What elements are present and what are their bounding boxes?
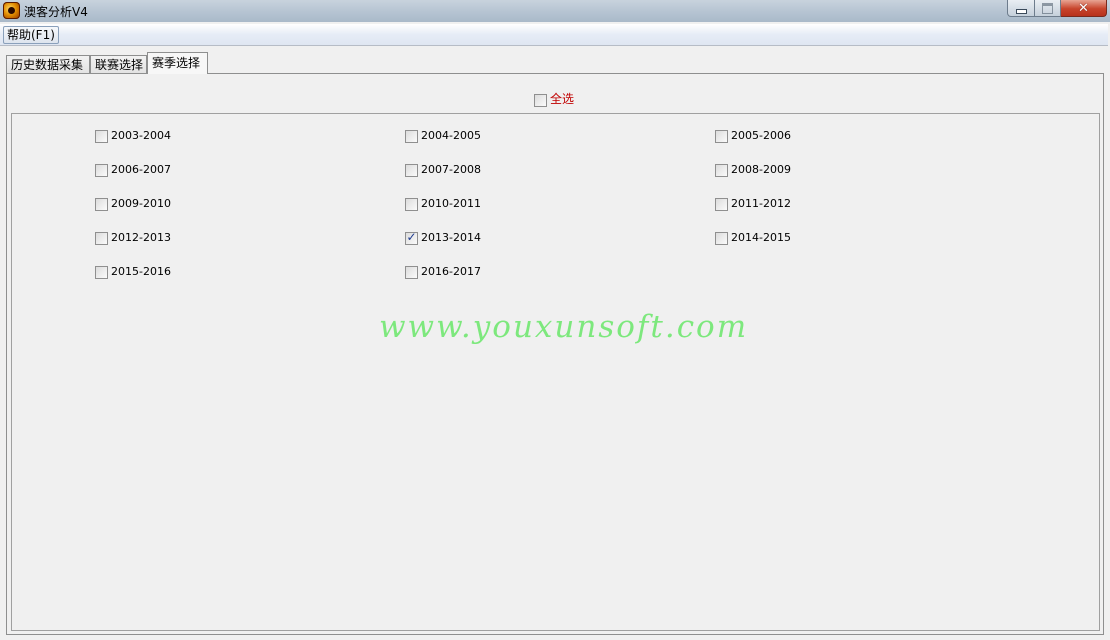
season-label[interactable]: 2009-2010 [111,197,171,210]
season-checkbox[interactable] [715,130,728,143]
season-label[interactable]: 2007-2008 [421,163,481,176]
season-checkbox[interactable] [95,232,108,245]
season-label[interactable]: 2003-2004 [111,129,171,142]
season-checkbox[interactable] [405,198,418,211]
checkmark-icon: ✓ [406,230,417,244]
season-label[interactable]: 2013-2014 [421,231,481,244]
season-label[interactable]: 2010-2011 [421,197,481,210]
window-title: 澳客分析V4 [24,5,88,19]
season-checkbox[interactable] [405,266,418,279]
close-button[interactable]: ✕ [1061,0,1107,17]
season-label[interactable]: 2012-2013 [111,231,171,244]
season-label[interactable]: 2006-2007 [111,163,171,176]
menu-bar: 帮助(F1) [0,24,1108,46]
minimize-icon [1015,8,1027,14]
season-checkbox[interactable] [95,198,108,211]
select-all-checkbox[interactable] [534,94,547,107]
title-bar[interactable]: 澳客分析V4 ✕ [0,0,1110,22]
season-label[interactable]: 2005-2006 [731,129,791,142]
app-logo-icon[interactable] [3,2,20,19]
tab-league-select[interactable]: 联赛选择 [90,55,147,73]
menu-help[interactable]: 帮助(F1) [3,26,59,44]
season-checkbox[interactable] [95,130,108,143]
season-label[interactable]: 2016-2017 [421,265,481,278]
watermark-text: www.youxunsoft.com [379,309,749,345]
season-checkbox[interactable] [715,232,728,245]
season-label[interactable]: 2014-2015 [731,231,791,244]
season-checkbox[interactable] [405,164,418,177]
season-panel: 全选 2003-2004 2004-2005 2005-2006 2006-2007 2… [6,73,1104,635]
window-controls: ✕ [1007,0,1107,19]
app-window: 澳客分析V4 ✕ 帮助(F1) 历史数据采集 联赛选择 赛季选择 全选 2003… [0,0,1110,640]
season-checkbox[interactable] [405,130,418,143]
season-checkbox[interactable] [95,164,108,177]
season-checkbox[interactable] [715,198,728,211]
season-label[interactable]: 2011-2012 [731,197,791,210]
season-checkbox[interactable]: ✓ [405,230,418,245]
close-icon: ✕ [1078,0,1089,16]
season-label[interactable]: 2008-2009 [731,163,791,176]
select-all-label[interactable]: 全选 [550,92,574,107]
season-label[interactable]: 2015-2016 [111,265,171,278]
maximize-button[interactable] [1035,0,1061,17]
tab-season-select[interactable]: 赛季选择 [147,52,208,74]
maximize-icon [1042,2,1053,14]
minimize-button[interactable] [1007,0,1035,17]
season-checkbox[interactable] [95,266,108,279]
season-group: 2003-2004 2004-2005 2005-2006 2006-2007 2007… [11,113,1100,631]
season-checkbox[interactable] [715,164,728,177]
tab-history-data[interactable]: 历史数据采集 [6,55,90,73]
season-label[interactable]: 2004-2005 [421,129,481,142]
